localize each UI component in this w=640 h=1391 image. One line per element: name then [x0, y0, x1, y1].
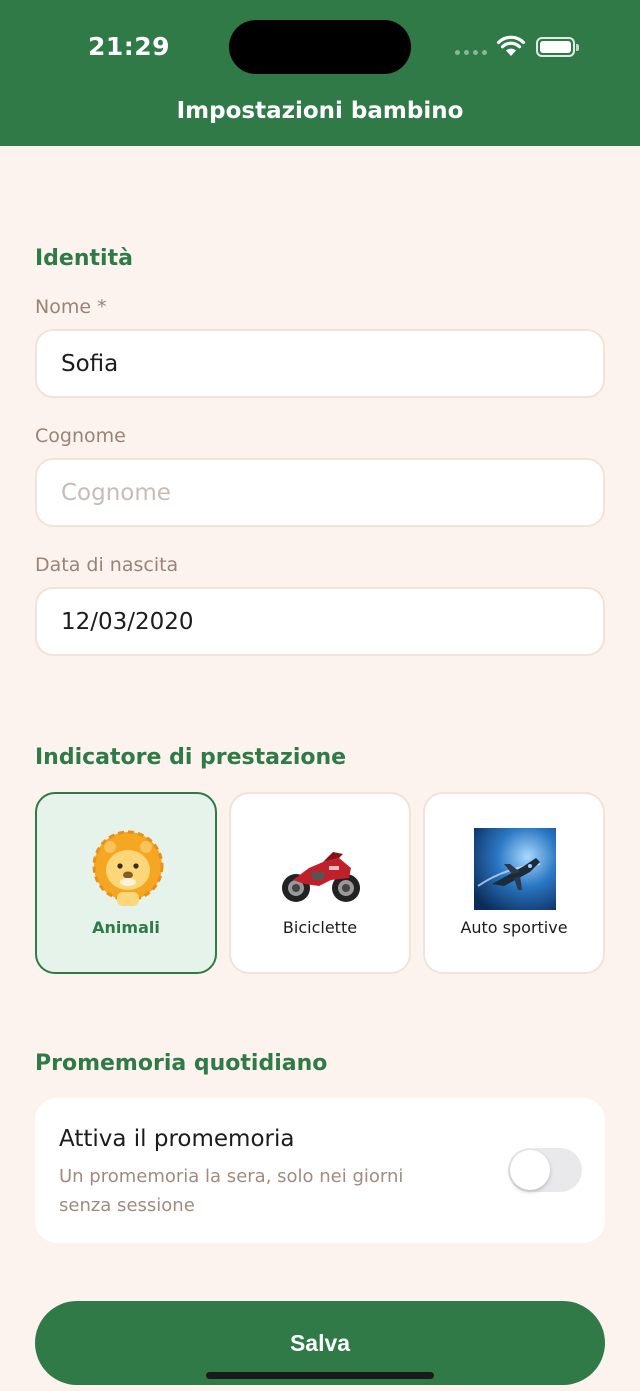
status-time: 21:29	[88, 32, 171, 61]
first-name-label: Nome *	[35, 296, 107, 318]
cellular-signal-icon	[455, 50, 487, 55]
birth-date-label: Data di nascita	[35, 554, 179, 576]
reminder-description: Un promemoria la sera, solo nei giorni s…	[59, 1166, 404, 1216]
birth-date-input[interactable]	[35, 587, 605, 656]
first-name-input[interactable]	[35, 329, 605, 398]
indicator-section-title: Indicatore di prestazione	[35, 745, 347, 770]
battery-icon	[536, 37, 579, 57]
last-name-input[interactable]	[35, 458, 605, 527]
indicator-option-sports-cars[interactable]: Auto sportive	[423, 792, 605, 974]
last-name-label: Cognome	[35, 425, 126, 447]
indicator-option-animals[interactable]: Animali	[35, 792, 217, 974]
indicator-option-label: Animali	[92, 918, 160, 937]
jet-plane-icon	[474, 828, 556, 910]
dynamic-island	[229, 20, 411, 74]
indicator-option-label: Auto sportive	[460, 918, 568, 937]
lion-icon	[92, 830, 164, 906]
reminder-title: Attiva il promemoria	[59, 1126, 295, 1152]
page-title: Impostazioni bambino	[176, 98, 464, 124]
reminder-toggle[interactable]	[508, 1148, 582, 1192]
indicator-option-bicycles[interactable]: Biciclette	[229, 792, 411, 974]
toggle-knob	[510, 1150, 550, 1190]
home-indicator	[206, 1372, 434, 1379]
reminder-section-title: Promemoria quotidiano	[35, 1051, 328, 1076]
identity-section-title: Identità	[35, 246, 133, 271]
wifi-icon	[496, 35, 526, 56]
app-header: 21:29 Impostazioni bambino	[0, 0, 640, 146]
indicator-option-label: Biciclette	[282, 918, 358, 937]
reminder-card: Attiva il promemoria Un promemoria la se…	[35, 1098, 605, 1243]
motorcycle-icon	[282, 852, 360, 902]
